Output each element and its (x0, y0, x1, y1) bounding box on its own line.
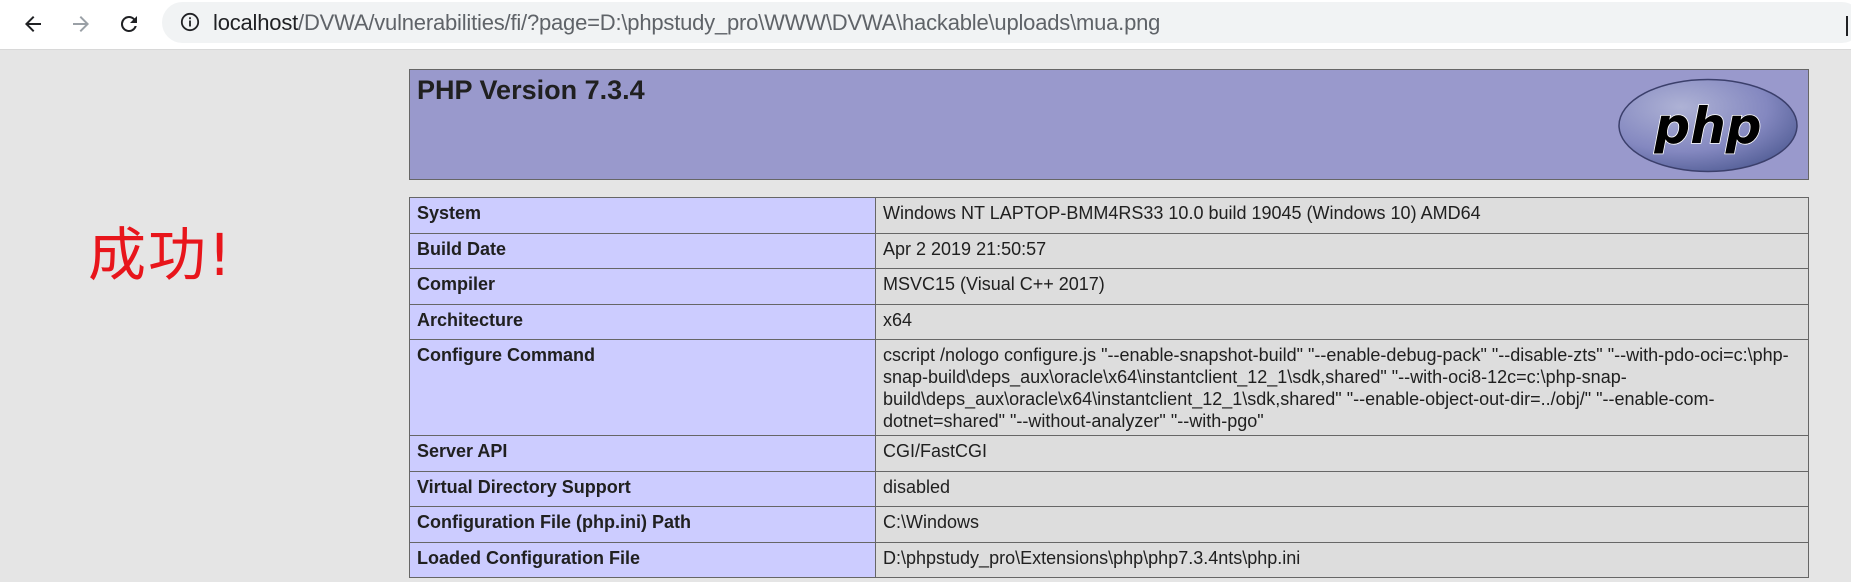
config-value: C:\Windows (875, 506, 1809, 543)
back-arrow-icon (25, 16, 41, 32)
phpinfo-table: System Windows NT LAPTOP-BMM4RS33 10.0 bu… (409, 197, 1809, 578)
config-value: CGI/FastCGI (875, 435, 1809, 472)
config-key: Build Date (409, 232, 876, 269)
table-row: Architecture x64 (409, 303, 1809, 340)
back-button[interactable] (15, 6, 51, 42)
success-annotation: 成功! (88, 221, 234, 289)
table-row: Configure Command cscript /nologo configu… (409, 339, 1809, 436)
config-value: x64 (875, 303, 1809, 340)
table-row: Build Date Apr 2 2019 21:50:57 (409, 232, 1809, 269)
config-value: MSVC15 (Visual C++ 2017) (875, 268, 1809, 305)
table-row: Server API CGI/FastCGI (409, 435, 1809, 472)
forward-arrow-icon (73, 16, 89, 32)
table-row: Loaded Configuration File D:\phpstudy_pro… (409, 541, 1809, 578)
forward-button[interactable] (63, 6, 99, 42)
config-key: Virtual Directory Support (409, 470, 876, 507)
table-row: System Windows NT LAPTOP-BMM4RS33 10.0 bu… (409, 197, 1809, 234)
table-row: Configuration File (php.ini) Path C:\Wind… (409, 506, 1809, 543)
php-logo-icon[interactable]: php (1617, 78, 1799, 173)
config-key: Server API (409, 435, 876, 472)
php-version-title: PHP Version 7.3.4 (417, 75, 645, 105)
config-key: Configuration File (php.ini) Path (409, 506, 876, 543)
php-logo-text: php (1653, 97, 1761, 155)
toolbar-edge-divider (1846, 16, 1848, 36)
url-path: /DVWA/vulnerabilities/fi/?page=D:\phpstu… (298, 10, 1161, 35)
table-row: Compiler MSVC15 (Visual C++ 2017) (409, 268, 1809, 305)
url-text[interactable]: localhost/DVWA/vulnerabilities/fi/?page=… (213, 10, 1160, 36)
config-value: Windows NT LAPTOP-BMM4RS33 10.0 build 19… (875, 197, 1809, 234)
table-row: Virtual Directory Support disabled (409, 470, 1809, 507)
config-value: cscript /nologo configure.js "--enable-s… (875, 339, 1809, 436)
config-key: Architecture (409, 303, 876, 340)
config-value: disabled (875, 470, 1809, 507)
info-icon[interactable] (180, 12, 200, 32)
config-value: D:\phpstudy_pro\Extensions\php\php7.3.4n… (875, 541, 1809, 578)
reload-icon (120, 15, 137, 32)
config-key: Loaded Configuration File (409, 541, 876, 578)
config-key: Configure Command (409, 339, 876, 436)
config-key: Compiler (409, 268, 876, 305)
config-key: System (409, 197, 876, 234)
browser-toolbar: localhost/DVWA/vulnerabilities/fi/?page=… (0, 0, 1851, 50)
phpinfo-header: PHP Version 7.3.4 php (409, 69, 1809, 180)
address-bar[interactable]: localhost/DVWA/vulnerabilities/fi/?page=… (162, 2, 1851, 43)
reload-button[interactable] (111, 6, 147, 42)
config-value: Apr 2 2019 21:50:57 (875, 232, 1809, 269)
url-host: localhost (213, 10, 299, 35)
